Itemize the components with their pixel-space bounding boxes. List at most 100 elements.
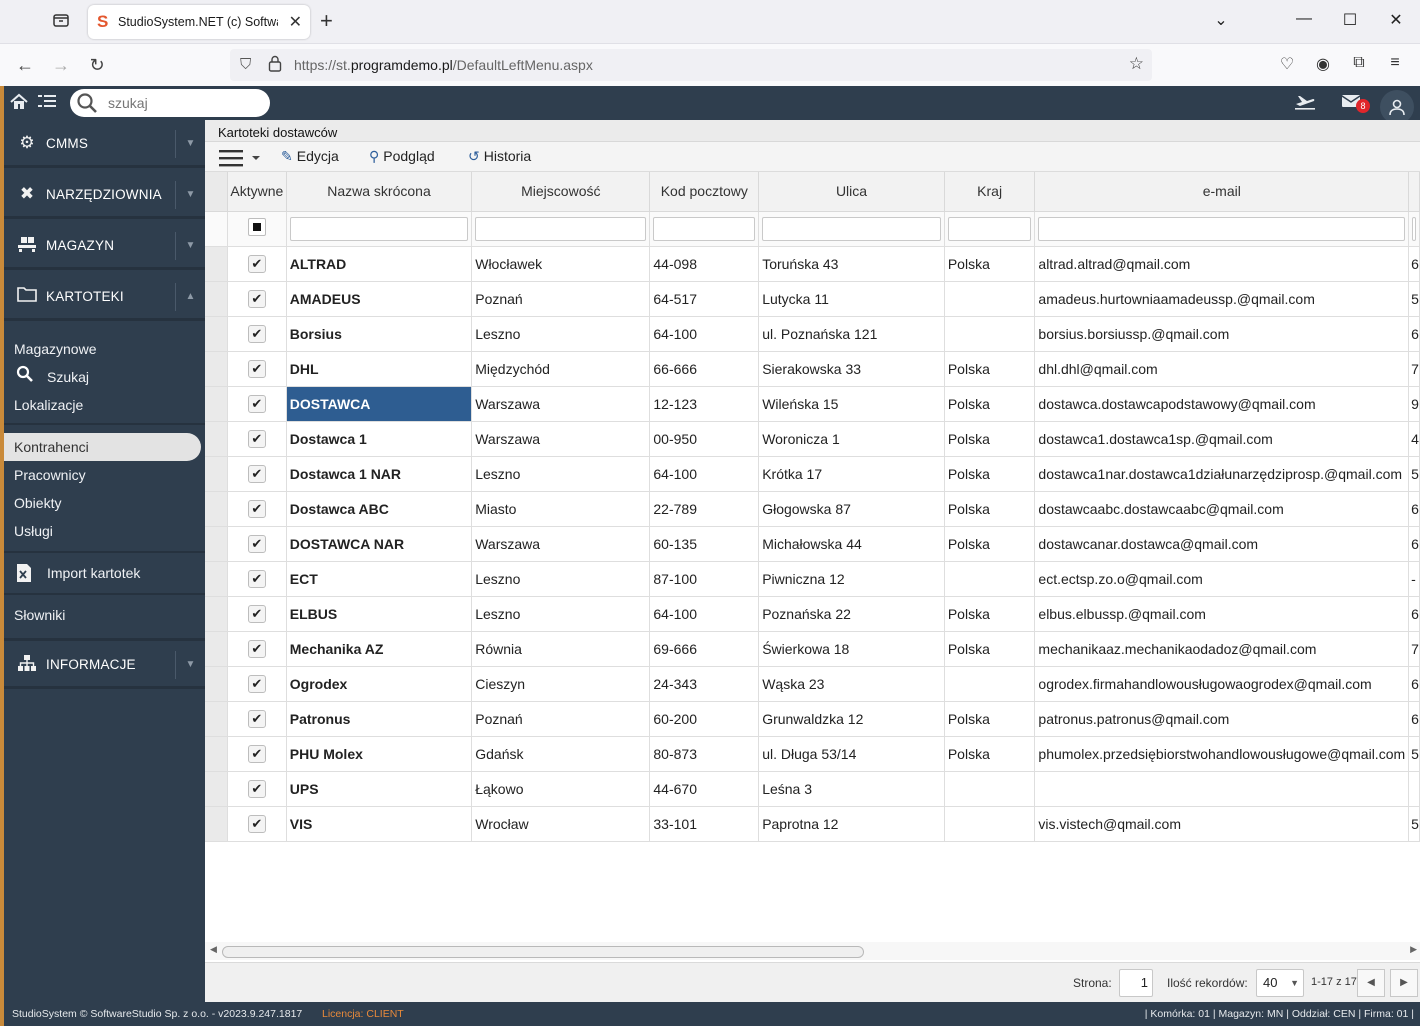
tab-list-chevron-icon[interactable]: ⌄ xyxy=(1209,10,1233,30)
page-number-input[interactable]: 1 xyxy=(1119,969,1153,997)
cell-email[interactable]: elbus.elbussp.@qmail.com xyxy=(1034,596,1410,632)
column-header[interactable]: e-mail xyxy=(1034,172,1410,212)
submenu-slowniki[interactable]: Słowniki xyxy=(14,607,65,623)
checkmark-icon[interactable]: ✔ xyxy=(247,324,266,343)
cell-extra[interactable]: 4 xyxy=(1408,421,1420,457)
cell-name[interactable]: ELBUS xyxy=(286,596,473,632)
active-checkbox-cell[interactable]: ✔ xyxy=(227,701,287,737)
active-checkbox-cell[interactable]: ✔ xyxy=(227,526,287,562)
checkmark-icon[interactable]: ✔ xyxy=(247,464,266,483)
extensions-icon[interactable]: ⧉ xyxy=(1348,54,1370,72)
active-checkbox-cell[interactable]: ✔ xyxy=(227,561,287,597)
submenu-lokalizacje[interactable]: Lokalizacje xyxy=(14,397,83,413)
cell-city[interactable]: Leszno xyxy=(471,456,651,492)
cell-street[interactable]: Grunwaldzka 12 xyxy=(758,701,945,737)
table-row[interactable]: ✔ ELBUS Leszno 64-100 Poznańska 22 Polska elbu… xyxy=(205,596,1420,632)
table-row[interactable]: ✔ VIS Wrocław 33-101 Paprotna 12 vis.vistech@… xyxy=(205,806,1420,842)
scroll-right-arrow-icon[interactable]: ▶ xyxy=(1410,944,1417,955)
cell-city[interactable]: Poznań xyxy=(471,701,651,737)
user-avatar-icon[interactable] xyxy=(1380,90,1414,124)
table-row[interactable]: ✔ PHU Molex Gdańsk 80-873 ul. Długa 53/14 Pol… xyxy=(205,736,1420,772)
submenu-import-kartotek[interactable]: Import kartotek xyxy=(47,565,140,581)
cell-email[interactable]: vis.vistech@qmail.com xyxy=(1034,806,1410,842)
cell-country[interactable]: Polska xyxy=(944,351,1036,387)
cell-name[interactable]: DOSTAWCA NAR xyxy=(286,526,473,562)
column-header[interactable]: Ulica xyxy=(758,172,945,212)
column-header[interactable]: Miejscowość xyxy=(471,172,651,212)
cell-zip[interactable]: 64-100 xyxy=(649,456,760,492)
url-text[interactable]: https://st.programdemo.pl/DefaultLeftMen… xyxy=(294,57,593,73)
table-row[interactable]: ✔ Patronus Poznań 60-200 Grunwaldzka 12 Polsk… xyxy=(205,701,1420,737)
active-checkbox-cell[interactable]: ✔ xyxy=(227,246,287,282)
cell-extra[interactable]: 6 xyxy=(1408,666,1420,702)
cell-name[interactable]: Patronus xyxy=(286,701,473,737)
cell-city[interactable]: Leszno xyxy=(471,596,651,632)
active-checkbox-cell[interactable]: ✔ xyxy=(227,456,287,492)
table-row[interactable]: ✔ UPS Łąkowo 44-670 Leśna 3 xyxy=(205,771,1420,807)
checkmark-icon[interactable]: ✔ xyxy=(247,814,266,833)
cell-email[interactable]: borsius.borsiussp.@qmail.com xyxy=(1034,316,1410,352)
cell-country[interactable]: Polska xyxy=(944,526,1036,562)
cell-street[interactable]: Michałowska 44 xyxy=(758,526,945,562)
global-search[interactable] xyxy=(70,89,270,117)
cell-city[interactable]: Leszno xyxy=(471,316,651,352)
scroll-left-arrow-icon[interactable]: ◀ xyxy=(210,944,217,955)
cell-city[interactable]: Wrocław xyxy=(471,806,651,842)
cell-country[interactable]: Polska xyxy=(944,596,1036,632)
table-row[interactable]: ✔ Ogrodex Cieszyn 24-343 Wąska 23 ogrodex.fir… xyxy=(205,666,1420,702)
filter-active[interactable] xyxy=(227,211,287,247)
caret-down-icon[interactable]: ▼ xyxy=(175,181,205,209)
cell-zip[interactable]: 87-100 xyxy=(649,561,760,597)
cell-zip[interactable]: 60-135 xyxy=(649,526,760,562)
cell-country[interactable]: Polska xyxy=(944,631,1036,667)
checkmark-icon[interactable]: ✔ xyxy=(247,499,266,518)
checkmark-icon[interactable]: ✔ xyxy=(247,709,266,728)
cell-email[interactable]: dostawca1.dostawca1sp.@qmail.com xyxy=(1034,421,1410,457)
cell-email[interactable]: amadeus.hurtowniaamadeussp.@qmail.com xyxy=(1034,281,1410,317)
cell-city[interactable]: Warszawa xyxy=(471,421,651,457)
search-input[interactable] xyxy=(108,93,258,113)
cell-zip[interactable]: 66-666 xyxy=(649,351,760,387)
table-row[interactable]: ✔ AMADEUS Poznań 64-517 Lutycka 11 amadeus.hu… xyxy=(205,281,1420,317)
cell-city[interactable]: Miasto xyxy=(471,491,651,527)
active-checkbox-cell[interactable]: ✔ xyxy=(227,351,287,387)
cell-city[interactable]: Poznań xyxy=(471,281,651,317)
menu-section-kartoteki[interactable]: KARTOTEKI ▲ xyxy=(4,273,205,321)
cell-extra[interactable]: 6 xyxy=(1408,316,1420,352)
cell-email[interactable]: dostawcaabc.dostawcaabc@qmail.com xyxy=(1034,491,1410,527)
filter-extra-input[interactable] xyxy=(1412,216,1416,241)
checkmark-icon[interactable]: ✔ xyxy=(247,639,266,658)
table-row[interactable]: ✔ Mechanika AZ Równia 69-666 Świerkowa 18 Pol… xyxy=(205,631,1420,667)
cell-street[interactable]: Woronicza 1 xyxy=(758,421,945,457)
column-header[interactable]: Kod pocztowy xyxy=(649,172,760,212)
cell-name[interactable]: AMADEUS xyxy=(286,281,473,317)
submenu-kontrahenci[interactable]: Kontrahenci xyxy=(4,433,201,461)
cell-extra[interactable] xyxy=(1408,771,1420,807)
tab-overview-icon[interactable] xyxy=(50,12,72,32)
cell-email[interactable]: patronus.patronus@qmail.com xyxy=(1034,701,1410,737)
cell-street[interactable]: ul. Poznańska 121 xyxy=(758,316,945,352)
cell-extra[interactable]: 5 xyxy=(1408,281,1420,317)
minimize-icon[interactable]: — xyxy=(1292,10,1316,28)
account-icon[interactable]: ◉ xyxy=(1312,54,1334,74)
cell-country[interactable] xyxy=(944,316,1036,352)
cell-country[interactable]: Polska xyxy=(944,456,1036,492)
browser-tab[interactable]: S StudioSystem.NET (c) SoftwareStudio ✕ xyxy=(88,5,310,39)
forward-arrow-icon[interactable]: → xyxy=(48,52,74,78)
cell-extra[interactable]: 9 xyxy=(1408,386,1420,422)
menu-toggle-icon[interactable] xyxy=(36,93,58,114)
cell-city[interactable]: Cieszyn xyxy=(471,666,651,702)
reload-icon[interactable]: ↻ xyxy=(84,52,110,78)
cell-name[interactable]: Borsius xyxy=(286,316,473,352)
active-checkbox-cell[interactable]: ✔ xyxy=(227,491,287,527)
checkmark-icon[interactable]: ✔ xyxy=(247,394,266,413)
cell-country[interactable] xyxy=(944,806,1036,842)
cell-zip[interactable]: 33-101 xyxy=(649,806,760,842)
maximize-icon[interactable]: ☐ xyxy=(1338,10,1362,30)
cell-name[interactable]: Dostawca ABC xyxy=(286,491,473,527)
filter-active-checkbox[interactable] xyxy=(247,218,266,236)
caret-down-icon[interactable]: ▼ xyxy=(175,232,205,260)
bookmark-star-icon[interactable]: ☆ xyxy=(1129,54,1144,74)
cell-street[interactable]: Lutycka 11 xyxy=(758,281,945,317)
submenu-magazynowe[interactable]: Magazynowe xyxy=(14,341,97,357)
